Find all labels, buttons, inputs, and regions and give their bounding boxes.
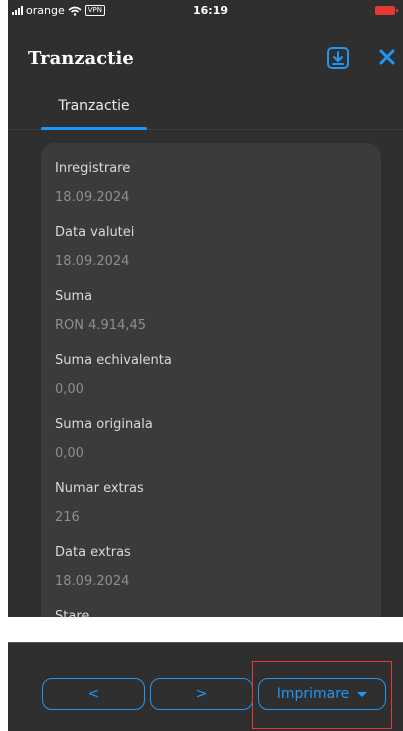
download-icon[interactable] (326, 46, 350, 70)
detail-label: Suma echivalenta (55, 353, 172, 368)
previous-button[interactable]: < (42, 678, 145, 710)
vpn-badge: VPN (84, 5, 105, 16)
detail-field: Stare (41, 591, 381, 617)
tab-label: Tranzactie (58, 98, 130, 114)
signal-icon (12, 6, 23, 15)
detail-value: 0,00 (55, 446, 84, 461)
battery-icon (375, 6, 398, 15)
page-title: Tranzactie (28, 48, 134, 69)
bottom-action-bar: < > Imprimare (8, 642, 403, 731)
status-bar: orange VPN 16:19 (8, 0, 403, 22)
detail-value: 18.09.2024 (55, 254, 130, 269)
carrier-name: orange (26, 4, 65, 17)
detail-label: Inregistrare (55, 161, 131, 176)
detail-field: Suma echivalenta 0,00 (41, 335, 381, 399)
app-header: Tranzactie (8, 22, 403, 72)
detail-field: Suma RON 4.914,45 (41, 271, 381, 335)
detail-label: Data extras (55, 545, 131, 560)
detail-field: Data valutei 18.09.2024 (41, 207, 381, 271)
status-time: 16:19 (193, 4, 229, 17)
tab-tranzactie[interactable]: Tranzactie (41, 95, 147, 130)
caret-down-icon (357, 691, 368, 697)
close-icon[interactable] (376, 46, 398, 68)
detail-value: RON 4.914,45 (55, 318, 147, 333)
detail-field: Suma originala 0,00 (41, 399, 381, 463)
detail-label: Data valutei (55, 225, 135, 240)
print-dropdown-button[interactable]: Imprimare (258, 678, 386, 710)
detail-field: Inregistrare 18.09.2024 (41, 143, 381, 207)
detail-value: 18.09.2024 (55, 190, 130, 205)
next-button[interactable]: > (150, 678, 253, 710)
detail-label: Suma originala (55, 417, 153, 432)
detail-label: Suma (55, 289, 93, 304)
print-label: Imprimare (276, 686, 350, 702)
detail-label: Stare (55, 609, 90, 617)
detail-field: Data extras 18.09.2024 (41, 527, 381, 591)
tab-bar: Tranzactie (8, 72, 403, 130)
detail-value: 0,00 (55, 382, 84, 397)
detail-value: 18.09.2024 (55, 574, 130, 589)
detail-value: 216 (55, 510, 80, 525)
detail-field: Numar extras 216 (41, 463, 381, 527)
detail-label: Numar extras (55, 481, 144, 496)
status-left: orange VPN (12, 4, 105, 17)
details-card: Inregistrare 18.09.2024 Data valutei 18.… (41, 143, 381, 617)
app-screen: orange VPN 16:19 Tranzactie Tranzactie I… (8, 0, 403, 617)
wifi-icon (68, 6, 82, 16)
